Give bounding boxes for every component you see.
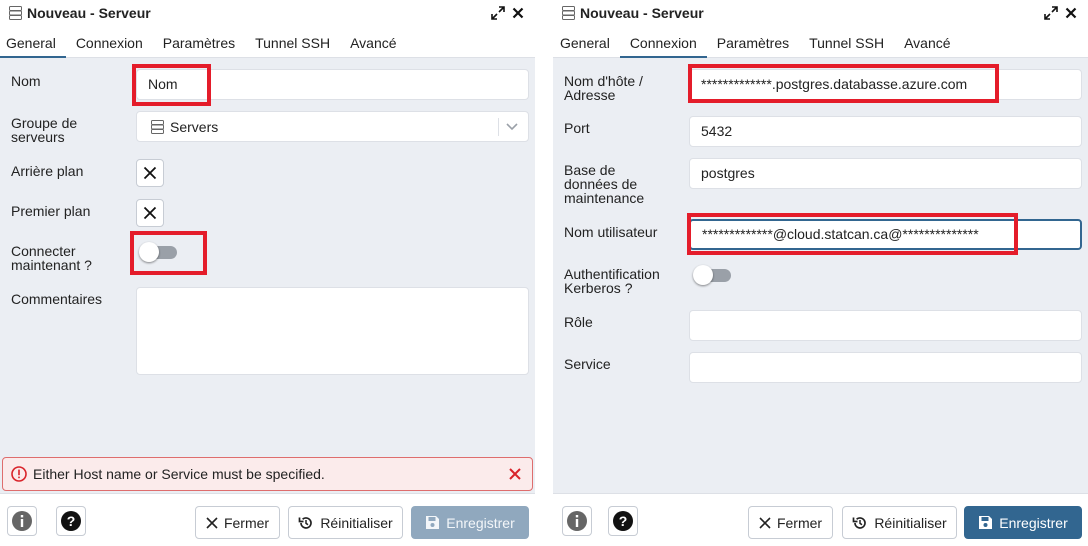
reset-button-label: Réinitialiser xyxy=(320,514,393,531)
connecter-toggle[interactable] xyxy=(139,241,179,263)
close-button-label: Fermer xyxy=(776,514,823,531)
save-icon xyxy=(426,516,440,529)
save-button-label: Enregistrer xyxy=(999,514,1068,531)
dialog-title: Nouveau - Serveur xyxy=(580,5,704,21)
info-icon xyxy=(567,511,587,531)
tab-bar: General Connexion Paramètres Tunnel SSH … xyxy=(0,28,535,58)
port-label: Port xyxy=(564,120,590,136)
x-icon xyxy=(206,516,218,529)
close-icon[interactable] xyxy=(1062,4,1080,22)
premier-plan-color-picker[interactable] xyxy=(136,199,164,227)
save-button[interactable]: Enregistrer xyxy=(411,506,529,539)
close-button-label: Fermer xyxy=(223,514,270,531)
save-button-label: Enregistrer xyxy=(446,514,515,531)
groupe-select[interactable]: Servers xyxy=(136,111,529,142)
role-input[interactable] xyxy=(689,310,1082,341)
username-input[interactable]: *************@cloud.statcan.ca@*********… xyxy=(689,219,1082,250)
info-button[interactable] xyxy=(7,506,37,536)
expand-icon[interactable] xyxy=(1042,4,1060,22)
arriere-plan-label: Arrière plan xyxy=(11,163,84,179)
server-icon xyxy=(562,6,575,20)
error-alert: Either Host name or Service must be spec… xyxy=(2,457,533,491)
error-alert-text: Either Host name or Service must be spec… xyxy=(33,466,325,482)
nom-label: Nom xyxy=(11,73,41,89)
save-button[interactable]: Enregistrer xyxy=(964,506,1082,539)
host-label: Nom d'hôte / Adresse xyxy=(564,73,643,103)
commentaires-textarea[interactable] xyxy=(136,287,529,375)
host-input[interactable]: *************.postgres.databasse.azure.c… xyxy=(689,69,1082,100)
premier-plan-label: Premier plan xyxy=(11,203,91,219)
save-icon xyxy=(979,516,993,529)
connecter-label: Connecter maintenant ? xyxy=(11,243,92,273)
dialog-footer: ? Fermer Réinitialiser Enregistrer xyxy=(0,493,535,546)
error-icon xyxy=(11,466,27,482)
svg-text:?: ? xyxy=(619,513,628,529)
x-icon xyxy=(143,206,157,220)
tab-avance[interactable]: Avancé xyxy=(894,28,960,58)
help-icon: ? xyxy=(61,511,81,531)
tab-bar: General Connexion Paramètres Tunnel SSH … xyxy=(553,28,1088,58)
kerberos-toggle[interactable] xyxy=(693,264,733,286)
info-icon xyxy=(12,511,32,531)
dialog-body: Nom d'hôte / Adresse *************.postg… xyxy=(553,58,1088,493)
help-button[interactable]: ? xyxy=(608,506,638,536)
close-icon[interactable] xyxy=(508,467,522,481)
tab-general[interactable]: General xyxy=(553,28,620,58)
help-icon: ? xyxy=(613,511,633,531)
server-dialog-general: Nouveau - Serveur General Connexion Para… xyxy=(0,0,535,546)
expand-icon[interactable] xyxy=(489,4,507,22)
tab-connexion[interactable]: Connexion xyxy=(66,28,153,58)
server-icon xyxy=(9,6,22,20)
close-button[interactable]: Fermer xyxy=(748,506,833,539)
service-input[interactable] xyxy=(689,352,1082,383)
groupe-label: Groupe de serveurs xyxy=(11,115,78,145)
maintenance-db-label: Base de données de maintenance xyxy=(564,162,645,206)
reset-button[interactable]: Réinitialiser xyxy=(842,506,957,539)
maintenance-db-input[interactable]: postgres xyxy=(689,158,1082,189)
tab-tunnel-ssh[interactable]: Tunnel SSH xyxy=(799,28,894,58)
dialog-title: Nouveau - Serveur xyxy=(27,5,151,21)
service-label: Service xyxy=(564,356,611,372)
username-label: Nom utilisateur xyxy=(564,224,658,240)
reset-icon xyxy=(852,516,867,529)
toggle-knob xyxy=(693,265,713,285)
tab-parametres[interactable]: Paramètres xyxy=(707,28,799,58)
x-icon xyxy=(759,516,771,529)
port-input[interactable]: 5432 xyxy=(689,116,1082,147)
dialog-titlebar: Nouveau - Serveur xyxy=(0,0,535,26)
help-button[interactable]: ? xyxy=(56,506,86,536)
close-button[interactable]: Fermer xyxy=(195,506,280,539)
tab-connexion[interactable]: Connexion xyxy=(619,28,707,58)
chevron-down-icon[interactable] xyxy=(505,119,519,133)
server-icon xyxy=(151,119,164,134)
toggle-knob xyxy=(139,242,159,262)
info-button[interactable] xyxy=(562,506,592,536)
nom-input[interactable]: Nom xyxy=(136,69,529,100)
close-icon[interactable] xyxy=(509,4,527,22)
dialog-footer: ? Fermer Réinitialiser Enregistrer xyxy=(553,493,1088,546)
commentaires-label: Commentaires xyxy=(11,291,103,307)
tab-general[interactable]: General xyxy=(0,28,66,58)
kerberos-label: Authentification Kerberos ? xyxy=(564,266,660,296)
svg-text:?: ? xyxy=(67,513,76,529)
tab-avance[interactable]: Avancé xyxy=(340,28,406,58)
tab-tunnel-ssh[interactable]: Tunnel SSH xyxy=(245,28,340,58)
groupe-select-value: Servers xyxy=(170,118,219,135)
reset-icon xyxy=(298,516,313,529)
dialog-body: Nom Nom Groupe de serveurs Servers Arriè… xyxy=(0,58,535,493)
server-dialog-connexion: Nouveau - Serveur General Connexion Para… xyxy=(553,0,1088,546)
select-separator xyxy=(498,118,499,136)
x-icon xyxy=(143,166,157,180)
role-label: Rôle xyxy=(564,314,593,330)
arriere-plan-color-picker[interactable] xyxy=(136,159,164,187)
tab-parametres[interactable]: Paramètres xyxy=(153,28,245,58)
reset-button-label: Réinitialiser xyxy=(874,514,947,531)
reset-button[interactable]: Réinitialiser xyxy=(288,506,403,539)
dialog-titlebar: Nouveau - Serveur xyxy=(553,0,1088,26)
